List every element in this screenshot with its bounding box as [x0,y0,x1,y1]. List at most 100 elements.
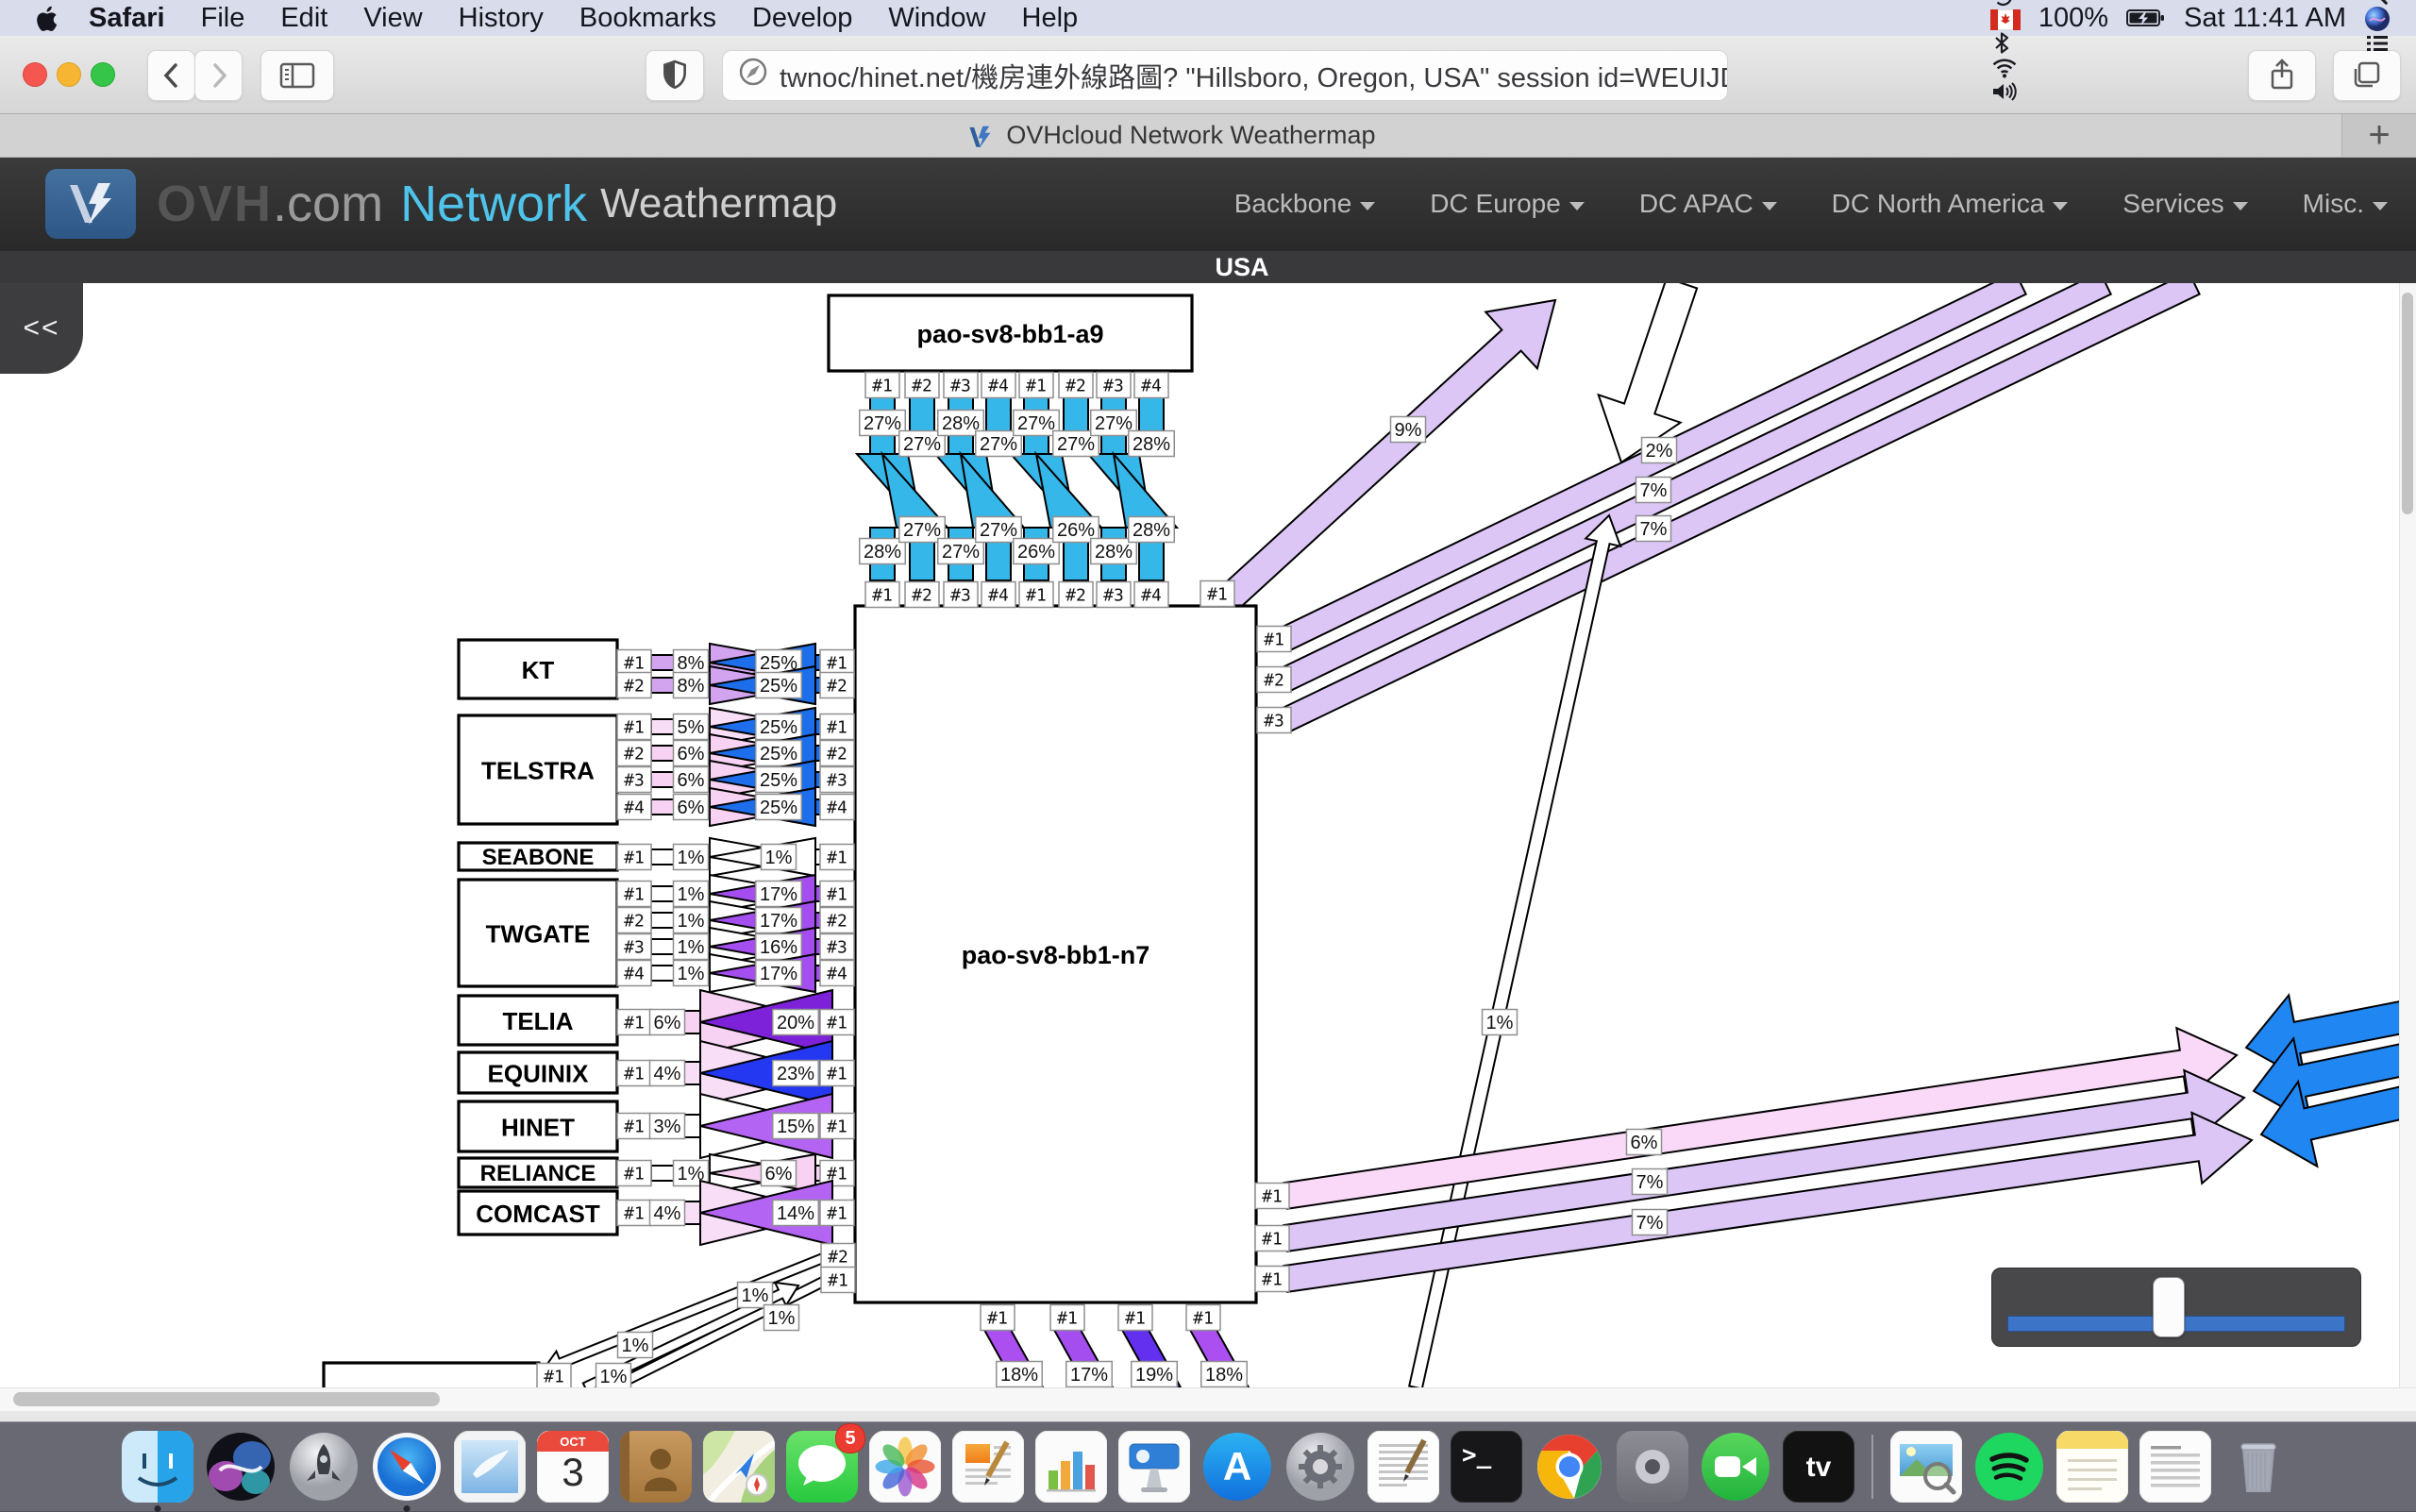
sidebar-toggle-button[interactable] [260,50,334,101]
ovh-logo[interactable]: OVH.comNetworkWeathermap [45,169,837,239]
map-node-bottom-left-cut[interactable] [324,1363,539,1387]
window-minimize-button[interactable] [57,62,81,87]
dock-icon-siri[interactable] [205,1431,277,1503]
map-node-seabone[interactable]: SEABONE [459,843,617,870]
nav-services[interactable]: Services [2122,189,2247,219]
nav-dc-europe[interactable]: DC Europe [1430,189,1585,219]
svg-text:#1: #1 [624,718,645,738]
map-node-hinet[interactable]: HINET [459,1101,617,1151]
time-machine-icon[interactable] [1978,0,2033,9]
horizontal-scrollbar-thumb[interactable] [13,1392,440,1406]
sidebar-collapse-tab[interactable]: << [0,283,83,374]
bluetooth-icon[interactable] [1978,30,2033,56]
apple-menu-icon[interactable] [34,4,58,32]
dock-icon-calendar[interactable]: OCT3 [537,1431,609,1503]
back-button[interactable] [147,50,195,101]
dock-icon-document-app[interactable] [2139,1431,2211,1503]
menu-item-safari[interactable]: Safari [71,3,183,33]
dock-icon-preview[interactable] [1890,1431,1962,1503]
svg-text:#4: #4 [1141,586,1162,606]
dock-icon-finder[interactable] [122,1431,193,1503]
dock-icon-messages[interactable]: 5 [786,1431,858,1503]
forward-button[interactable] [194,50,243,101]
dock-icon-system-preferences[interactable] [1284,1431,1356,1503]
window-close-button[interactable] [23,62,47,87]
menu-item-help[interactable]: Help [1004,3,1097,33]
nav-misc-[interactable]: Misc. [2303,189,2388,219]
menu-item-develop[interactable]: Develop [734,3,870,33]
port-label: #4 [617,961,651,986]
map-node-reliance[interactable]: RELIANCE [459,1158,617,1187]
volume-icon[interactable] [1978,79,2033,104]
menubar-clock[interactable]: Sat 11:41 AM [2178,3,2352,34]
nav-dc-apac[interactable]: DC APAC [1639,189,1777,219]
pct-label: 6% [762,1161,797,1186]
menu-item-history[interactable]: History [441,3,562,33]
dock-icon-app-store[interactable]: A [1201,1431,1273,1503]
horizontal-scrollbar[interactable] [0,1387,2416,1411]
address-bar[interactable]: twnoc/hinet.net/機房連外線路圖? "Hillsboro, Ore… [722,50,1728,101]
dock-icon-safari[interactable] [371,1431,443,1503]
map-node-pao-sv8-bb1-n7[interactable]: pao-sv8-bb1-n7 [855,606,1256,1302]
map-node-pao-sv8-bb1-a9[interactable]: pao-sv8-bb1-a9 [829,295,1192,371]
svg-text:#4: #4 [624,965,645,984]
port-label: #3 [617,767,651,793]
pct-label: 1% [674,908,709,933]
dock-icon-gray-app[interactable] [1617,1431,1688,1503]
menu-item-edit[interactable]: Edit [262,3,345,33]
siri-icon[interactable] [2352,6,2403,32]
menu-item-view[interactable]: View [345,3,440,33]
menu-item-window[interactable]: Window [870,3,1003,33]
map-node-telstra[interactable]: TELSTRA [459,715,617,824]
map-node-equinix[interactable]: EQUINIX [459,1052,617,1093]
vertical-scrollbar-thumb[interactable] [2402,293,2413,514]
svg-text:#1: #1 [1207,585,1228,605]
dock-icon-chrome[interactable] [1534,1431,1605,1503]
dock-icon-textedit[interactable] [1367,1431,1439,1503]
dock-icon-numbers[interactable] [1035,1431,1107,1503]
battery-icon[interactable] [2114,7,2178,29]
pct-label: 17% [1066,1362,1113,1387]
nav-dc-north-america[interactable]: DC North America [1832,189,2069,219]
map-node-kt[interactable]: KT [459,640,617,698]
dock-icon-apple-tv[interactable]: tv [1783,1431,1854,1503]
dock-icon-pages[interactable] [952,1431,1024,1503]
tab-ovhcloud-weathermap[interactable]: OVHcloud Network Weathermap [0,113,2342,157]
menu-item-file[interactable]: File [183,3,263,33]
vertical-scrollbar[interactable] [2399,283,2416,1387]
menu-item-bookmarks[interactable]: Bookmarks [562,3,734,33]
wifi-icon[interactable] [1978,56,2033,79]
input-flag-canada-icon[interactable] [1978,9,2033,30]
map-node-twgate[interactable]: TWGATE [459,880,617,986]
port-label: #3 [617,934,651,960]
dock-icon-terminal[interactable]: >_ [1451,1431,1522,1503]
svg-text:27%: 27% [864,413,901,434]
svg-text:#2: #2 [624,677,645,697]
dock-icon-green-app[interactable] [1700,1431,1771,1503]
dock-icon-contacts[interactable] [620,1431,692,1503]
svg-text:27%: 27% [1057,434,1095,455]
dock-icon-notes[interactable] [2056,1431,2128,1503]
dock-icon-mail[interactable] [454,1431,526,1503]
screen: { "menubar": { "items": ["Safari", "File… [0,0,2416,1510]
dock-icon-keynote[interactable] [1118,1431,1190,1503]
map-node-telia[interactable]: TELIA [459,996,617,1045]
dock-icon-launchpad[interactable] [288,1431,360,1503]
privacy-shield-button[interactable] [646,50,704,101]
svg-text:#1: #1 [1262,1270,1283,1290]
dock-icon-photos[interactable] [869,1431,941,1503]
notification-list-icon[interactable] [2352,32,2403,55]
window-zoom-button[interactable] [91,62,115,87]
map-node-comcast[interactable]: COMCAST [459,1191,617,1235]
svg-text:#3: #3 [624,938,645,958]
dock-icon-trash[interactable] [2223,1431,2294,1503]
nav-backbone[interactable]: Backbone [1234,189,1376,219]
svg-text:#1: #1 [624,1117,645,1137]
svg-text:25%: 25% [760,717,797,738]
dock-icon-spotify[interactable] [1973,1431,2045,1503]
new-tab-button[interactable]: + [2341,113,2416,157]
svg-text:5%: 5% [678,717,705,738]
zoom-slider-handle[interactable] [2153,1277,2185,1337]
dock-icon-maps[interactable] [703,1431,775,1503]
pct-label: 7% [1633,1169,1668,1195]
